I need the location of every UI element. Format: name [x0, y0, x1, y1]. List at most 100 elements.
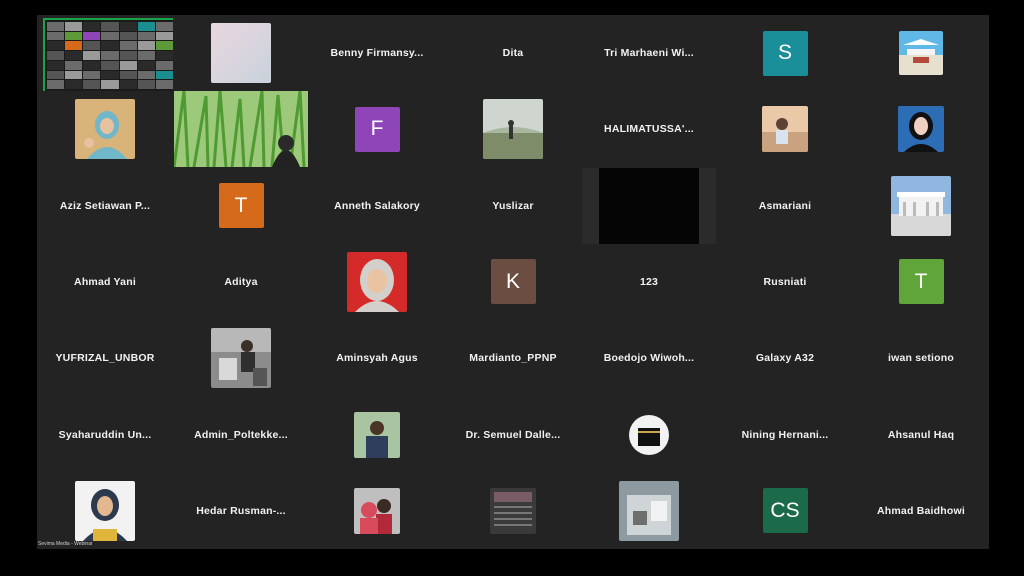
participant-avatar: CS [762, 488, 808, 534]
participant-photo [483, 99, 543, 160]
participant-tile[interactable] [309, 396, 445, 472]
participant-name: Nining Hernani... [741, 428, 829, 441]
participant-tile[interactable]: S [717, 15, 853, 91]
participant-name: Benny Firmansy... [330, 47, 424, 60]
participant-tile[interactable]: F [309, 91, 445, 167]
participant-photo [347, 251, 407, 312]
participant-photo [891, 175, 951, 236]
participant-tile[interactable]: Mardianto_PPNP [445, 320, 581, 396]
participant-name: Ahmad Yani [74, 275, 136, 288]
footer-label: Sevima Media - Webinar [38, 541, 93, 547]
participant-tile[interactable] [853, 91, 989, 167]
shared-screen-thumbnail [43, 18, 173, 92]
participant-name: Aditya [224, 275, 258, 288]
participant-photo [75, 99, 135, 160]
participant-tile[interactable]: Boedojo Wiwoh... [581, 320, 717, 396]
participant-name: Ahsanul Haq [887, 428, 955, 441]
participant-photo [626, 411, 672, 458]
participant-tile[interactable]: T [173, 168, 309, 244]
participant-photo [354, 411, 400, 458]
participant-tile[interactable] [173, 320, 309, 396]
participant-photo [762, 106, 808, 153]
participant-tile[interactable]: Dita [445, 15, 581, 91]
participant-name: Syaharuddin Un... [58, 428, 152, 441]
participant-tile[interactable] [581, 167, 717, 244]
participant-avatar: F [354, 106, 400, 152]
participant-tile[interactable] [37, 473, 173, 549]
participant-tile[interactable] [581, 473, 717, 549]
participant-tile[interactable]: Ahsanul Haq [853, 396, 989, 472]
participant-tile[interactable] [309, 473, 445, 549]
participant-avatar: K [490, 259, 536, 305]
video-gallery: Benny Firmansy... Dita Tri Marhaeni Wi..… [37, 15, 989, 549]
participant-photo [619, 480, 679, 541]
participant-tile[interactable] [309, 244, 445, 320]
participant-tile[interactable]: Aziz Setiawan P... [37, 168, 173, 244]
participant-tile[interactable]: Yuslizar [445, 168, 581, 244]
participant-tile[interactable]: K [445, 244, 581, 320]
participant-tile[interactable]: T [853, 244, 989, 320]
participant-name: Boedojo Wiwoh... [603, 352, 695, 365]
participant-avatar: T [898, 259, 944, 305]
participant-name: Anneth Salakory [334, 199, 420, 212]
participant-photo [75, 480, 135, 541]
participant-photo [899, 31, 943, 76]
participant-photo [211, 23, 271, 84]
participant-avatar: T [218, 183, 264, 229]
participant-tile[interactable]: Ahmad Baidhowi [853, 473, 989, 549]
participant-tile[interactable]: Dr. Semuel Dalle... [445, 396, 581, 472]
participant-photo [211, 328, 271, 389]
participant-tile[interactable] [173, 91, 309, 168]
participant-tile[interactable]: HALIMATUSSA'... [581, 91, 717, 167]
participant-tile[interactable]: Ahmad Yani [37, 244, 173, 320]
participant-tile[interactable] [445, 473, 581, 549]
participant-tile[interactable] [853, 15, 989, 91]
participant-tile[interactable]: Asmariani [717, 168, 853, 244]
participant-name: Admin_Poltekke... [194, 428, 288, 441]
participant-tile[interactable]: Aditya [173, 244, 309, 320]
participant-tile[interactable] [37, 91, 173, 167]
participant-name: Aminsyah Agus [336, 352, 418, 365]
participant-name: Yuslizar [492, 199, 534, 212]
participant-tile[interactable]: Nining Hernani... [717, 396, 853, 472]
participant-name: HALIMATUSSA'... [604, 123, 694, 136]
participant-tile[interactable]: Aminsyah Agus [309, 320, 445, 396]
participant-photo [354, 487, 400, 534]
participant-name: Aziz Setiawan P... [59, 199, 151, 212]
participant-photo [490, 487, 536, 534]
participant-name: Mardianto_PPNP [469, 352, 557, 365]
participant-name: Ahmad Baidhowi [877, 504, 965, 517]
participant-tile[interactable]: Admin_Poltekke... [173, 396, 309, 472]
participant-name: Dr. Semuel Dalle... [465, 428, 561, 441]
participant-tile[interactable] [853, 168, 989, 244]
participant-tile[interactable]: Rusniati [717, 244, 853, 320]
participant-name: 123 [639, 275, 659, 288]
participant-tile-active-speaker[interactable] [37, 15, 173, 92]
participant-name: Hedar Rusman-... [196, 504, 286, 517]
participant-tile[interactable] [717, 91, 853, 167]
participant-name: Dita [502, 47, 524, 60]
participant-name: YUFRIZAL_UNBOR [55, 352, 155, 365]
participant-tile[interactable]: Syaharuddin Un... [37, 396, 173, 472]
participant-photo [898, 106, 944, 153]
participant-tile[interactable] [445, 91, 581, 167]
participant-name: Tri Marhaeni Wi... [604, 47, 694, 60]
participant-tile[interactable]: 123 [581, 244, 717, 320]
participant-tile[interactable]: YUFRIZAL_UNBOR [37, 320, 173, 396]
participant-video [174, 91, 308, 168]
participant-tile[interactable]: CS [717, 473, 853, 549]
participant-avatar: S [762, 30, 808, 76]
participant-video [582, 167, 716, 244]
participant-name: Rusniati [763, 275, 807, 288]
participant-tile[interactable]: Benny Firmansy... [309, 15, 445, 91]
participant-tile[interactable]: Tri Marhaeni Wi... [581, 15, 717, 91]
participant-grid: Benny Firmansy... Dita Tri Marhaeni Wi..… [37, 15, 989, 549]
participant-tile[interactable] [173, 15, 309, 91]
participant-tile[interactable]: Galaxy A32 [717, 320, 853, 396]
participant-tile[interactable]: Anneth Salakory [309, 168, 445, 244]
participant-tile[interactable] [581, 396, 717, 472]
participant-name: Galaxy A32 [755, 352, 815, 365]
participant-tile[interactable]: iwan setiono [853, 320, 989, 396]
participant-tile[interactable]: Hedar Rusman-... [173, 473, 309, 549]
participant-name: iwan setiono [888, 352, 954, 365]
